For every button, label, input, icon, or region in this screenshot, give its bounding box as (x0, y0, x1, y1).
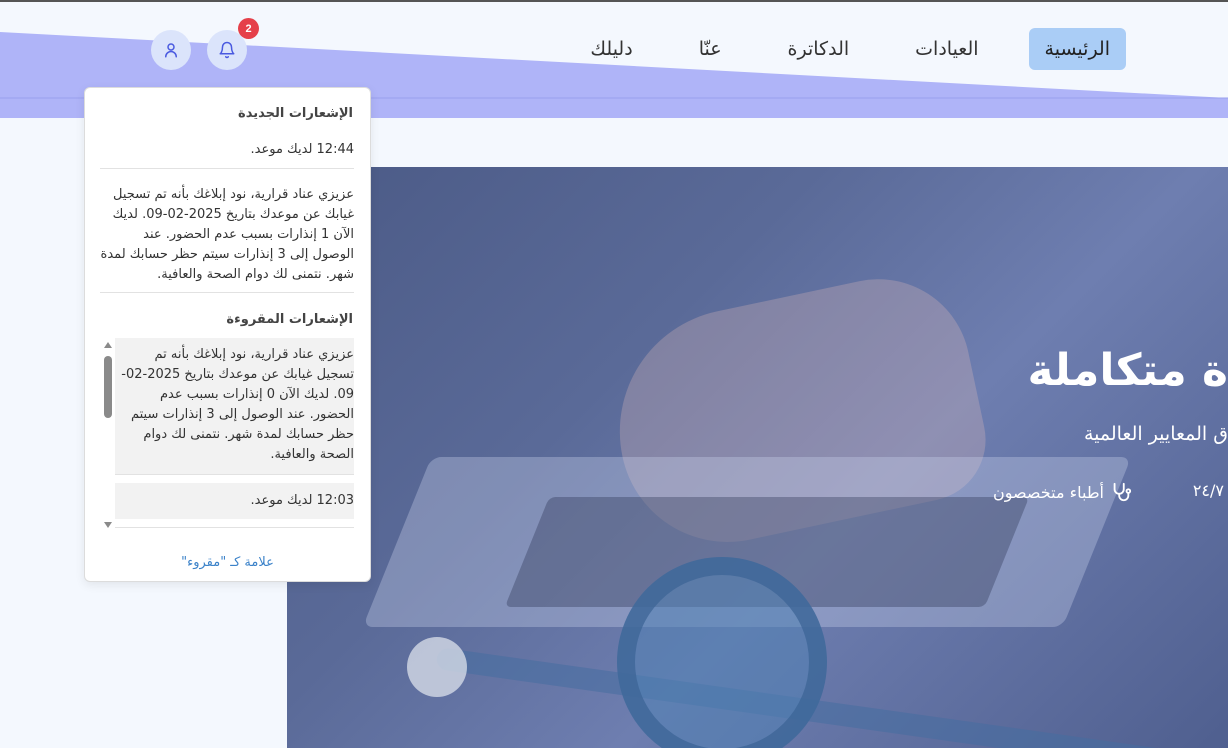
scroll-down-arrow-icon[interactable] (104, 522, 112, 528)
stat-doctors: أطباء متخصصون (993, 481, 1132, 503)
stat-doctors-label: أطباء متخصصون (993, 482, 1104, 502)
divider (100, 292, 354, 293)
nav-item-doctors[interactable]: الدكاترة (772, 28, 866, 70)
divider (100, 168, 354, 169)
notifications-dropdown: الإشعارات الجديدة 12:44 لديك موعد. عزيزي… (84, 87, 371, 582)
stethoscope-icon (1113, 482, 1132, 502)
scroll-up-arrow-icon[interactable] (104, 342, 112, 348)
read-notifications-list[interactable]: عزيزي عناد قرارية، نود إبلاغك بأنه تم تس… (84, 338, 354, 530)
new-notifications-heading: الإشعارات الجديدة (238, 106, 353, 121)
stat-hours-label: ٢٤/٧ (1192, 481, 1224, 500)
scrollbar-thumb[interactable] (104, 356, 112, 418)
notification-item[interactable]: 12:44 لديك موعد. (100, 140, 354, 160)
read-notification-item[interactable]: 12:03 لديك موعد. (115, 483, 354, 519)
hero-subtitle: ق المعايير العالمية (1083, 423, 1228, 445)
hero-stethoscope-tube (435, 647, 1222, 748)
read-notifications-heading: الإشعارات المقروءة (226, 312, 353, 327)
window-top-border (0, 0, 1228, 2)
nav-item-clinics[interactable]: العيادات (899, 28, 994, 70)
hero-title: ة متكاملة (1027, 345, 1228, 396)
hero-earpiece-shape (407, 637, 467, 697)
notification-item[interactable]: عزيزي عناد قرارية، نود إبلاغك بأنه تم تس… (100, 185, 354, 285)
read-list-scrollbar[interactable] (103, 340, 113, 528)
user-menu-button[interactable] (151, 30, 191, 70)
user-icon (165, 43, 177, 58)
divider (115, 474, 354, 475)
stat-hours: ٢٤/٧ (1193, 481, 1224, 500)
bell-icon (219, 41, 235, 59)
nav-item-home[interactable]: الرئيسية (1028, 28, 1126, 70)
hero-banner: ة متكاملة ق المعايير العالمية أطباء متخص… (287, 167, 1228, 748)
nav-item-guide[interactable]: دليلك (574, 28, 648, 70)
nav-item-about[interactable]: عنّا (683, 28, 738, 70)
read-notification-item[interactable]: عزيزي عناد قرارية، نود إبلاغك بأنه تم تس… (115, 338, 354, 474)
mark-as-read-link[interactable]: علامة كـ "مقروء" (85, 555, 370, 570)
divider (115, 527, 354, 528)
main-nav: الرئيسية العيادات الدكاترة عنّا دليلك (574, 28, 1126, 70)
notification-count-badge: 2 (238, 18, 259, 39)
